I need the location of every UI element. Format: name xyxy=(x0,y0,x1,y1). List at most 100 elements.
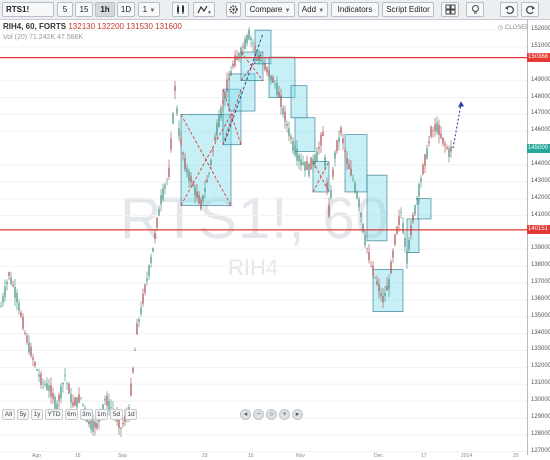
candle-body xyxy=(284,111,286,122)
candle-body xyxy=(226,79,228,92)
candle-body xyxy=(278,91,280,97)
gear-icon xyxy=(229,5,238,14)
reset-button[interactable]: ○ xyxy=(266,409,277,420)
candle-body xyxy=(442,137,444,144)
candle-body xyxy=(248,29,250,40)
candle-body xyxy=(254,46,256,51)
range-button[interactable]: YTD xyxy=(45,409,63,420)
candle-body xyxy=(382,296,384,303)
range-button[interactable]: 1m xyxy=(95,409,108,420)
time-label: Ago xyxy=(32,453,41,459)
price-chart[interactable] xyxy=(0,20,527,455)
candle-body xyxy=(376,280,378,285)
layout-button[interactable] xyxy=(441,2,459,17)
zoom-out-button[interactable]: − xyxy=(253,409,264,420)
candle-body xyxy=(332,169,334,177)
range-button[interactable]: 5y xyxy=(17,409,29,420)
interval-5-button[interactable]: 5 xyxy=(57,2,73,17)
chart-legend: RIH4, 60, FORTS 132130 132200 131530 131… xyxy=(3,22,182,31)
zoom-in-button[interactable]: + xyxy=(279,409,290,420)
candle-body xyxy=(370,266,372,267)
interval-dropdown-label: 1 xyxy=(142,5,148,14)
candle-body xyxy=(262,63,264,65)
interval-1h-button[interactable]: 1h xyxy=(95,2,115,17)
candle-body xyxy=(4,286,6,298)
candle-body xyxy=(244,39,246,49)
alert-button[interactable] xyxy=(466,2,484,17)
price-axis[interactable]: 152000 151000 149000 148000 147000 146000 1440… xyxy=(527,20,550,455)
price-label: 134000 xyxy=(531,329,550,336)
interval-dropdown[interactable]: 1 ▼ xyxy=(138,2,160,17)
script-editor-button[interactable]: Script Editor xyxy=(382,2,434,17)
candle-body xyxy=(400,211,402,213)
candle-body xyxy=(430,126,432,137)
price-label: 135000 xyxy=(531,312,550,319)
price-label: 128000 xyxy=(531,430,550,437)
range-button[interactable]: 1d xyxy=(125,409,137,420)
candle-body xyxy=(216,123,218,136)
settings-button[interactable] xyxy=(226,2,241,17)
candle-body xyxy=(302,162,304,165)
candle-body xyxy=(298,155,300,162)
candle-body xyxy=(362,223,364,232)
candle-body xyxy=(438,124,440,136)
lightbulb-icon xyxy=(471,5,479,14)
draw-line-icon: ▼ xyxy=(197,5,212,16)
candle-body xyxy=(276,83,278,95)
candle-body xyxy=(228,78,230,81)
candle-body xyxy=(446,147,448,149)
scroll-left-button[interactable]: ◂ xyxy=(240,409,251,420)
candle-body xyxy=(436,122,438,133)
candle-body xyxy=(188,171,190,181)
svg-text:▼: ▼ xyxy=(207,10,211,15)
range-button[interactable]: 1y xyxy=(31,409,43,420)
range-button[interactable]: 6m xyxy=(65,409,78,420)
candles-icon xyxy=(177,5,184,14)
redo-button[interactable] xyxy=(521,2,539,17)
range-button[interactable]: 5d xyxy=(110,409,123,420)
candle-body xyxy=(72,401,74,406)
candle-body xyxy=(286,123,288,126)
compare-button[interactable]: Compare ▼ xyxy=(245,2,295,17)
candle-body xyxy=(346,157,348,164)
time-label: 15 xyxy=(75,453,81,459)
candle-body xyxy=(386,285,388,291)
candle-body xyxy=(58,394,60,401)
candle-body xyxy=(320,134,322,146)
candle-body xyxy=(256,53,258,55)
symbol-search-input[interactable]: RTS1! xyxy=(2,2,54,17)
candle-body xyxy=(16,293,18,303)
candle-body xyxy=(364,235,366,246)
candle-body xyxy=(36,369,38,371)
candle-body xyxy=(28,342,30,353)
range-button[interactable]: All xyxy=(2,409,15,420)
candle-body xyxy=(306,161,308,171)
price-label: 151000 xyxy=(531,42,550,49)
price-label: 138000 xyxy=(531,262,550,269)
candle-body xyxy=(408,240,410,250)
candle-body xyxy=(246,34,248,44)
interval-1d-button[interactable]: 1D xyxy=(117,2,135,17)
candle-body xyxy=(426,148,428,159)
undo-button[interactable] xyxy=(500,2,518,17)
scroll-right-button[interactable]: ▸ xyxy=(292,409,303,420)
chart-style-button[interactable] xyxy=(172,2,189,17)
candle-body xyxy=(296,148,298,161)
candle-body xyxy=(88,421,90,425)
candle-body xyxy=(374,277,376,278)
candle-body xyxy=(122,422,124,425)
price-label: 137000 xyxy=(531,279,550,286)
drawing-tools-button[interactable]: ▼ xyxy=(193,2,215,17)
projection-arrow xyxy=(452,104,462,149)
candle-body xyxy=(354,183,356,192)
indicators-button[interactable]: Indicators xyxy=(331,2,379,17)
clock-icon: ◷ xyxy=(498,25,504,31)
plus-icon: + xyxy=(282,411,287,418)
price-label: 130000 xyxy=(531,397,550,404)
add-button[interactable]: Add ▼ xyxy=(298,2,328,17)
candle-body xyxy=(152,247,154,252)
candle-body xyxy=(40,373,42,385)
interval-15-button[interactable]: 15 xyxy=(75,2,93,17)
candle-body xyxy=(164,184,166,189)
range-button[interactable]: 3m xyxy=(80,409,93,420)
